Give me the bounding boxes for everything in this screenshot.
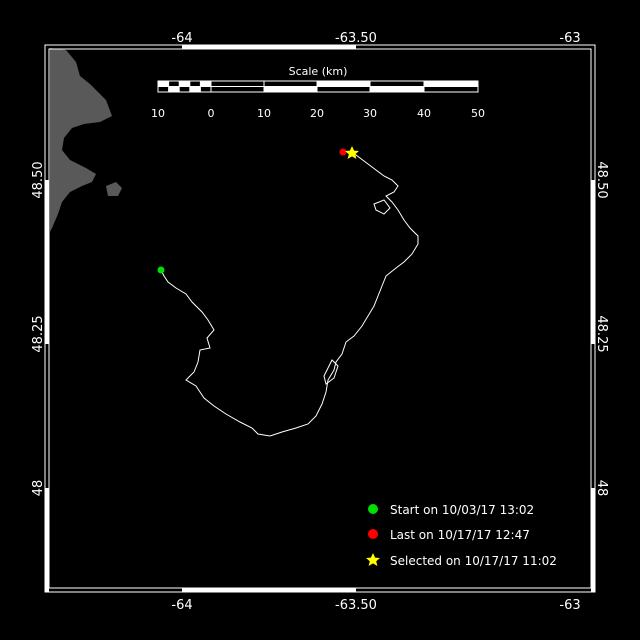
lat-label-left: 48.25 (31, 315, 46, 352)
lon-label-bottom: -63.50 (335, 598, 377, 613)
start-marker (157, 266, 165, 274)
scale-tick-label: 30 (363, 107, 377, 120)
lat-label-right: 48.25 (594, 315, 609, 352)
lon-label-top: -63.50 (335, 31, 377, 46)
scale-tick-label: 50 (471, 107, 485, 120)
legend-start-marker (368, 504, 378, 514)
scale-tick-label: 10 (151, 107, 165, 120)
scale-bar-title: Scale (km) (289, 65, 348, 78)
scale-tick-label: 10 (257, 107, 271, 120)
legend-selected-label: Selected on 10/17/17 11:02 (390, 554, 557, 568)
lat-label-right: 48 (594, 480, 609, 497)
legend-last-marker (368, 529, 378, 539)
lat-label-left: 48.50 (31, 161, 46, 198)
lat-label-right: 48.50 (594, 161, 609, 198)
legend-last-label: Last on 10/17/17 12:47 (390, 528, 530, 542)
scale-tick-label: 20 (310, 107, 324, 120)
lat-label-left: 48 (31, 480, 46, 497)
scale-tick-label: 0 (208, 107, 215, 120)
legend: Start on 10/03/17 13:02 Last on 10/17/17… (366, 503, 557, 568)
lon-label-top: -64 (171, 31, 192, 46)
last-marker (339, 148, 347, 156)
drift-track-map: -64 -63.50 -63 -64 -63.50 -63 48.50 48.2… (0, 0, 640, 640)
lon-label-top: -63 (559, 31, 580, 46)
scale-tick-label: 40 (417, 107, 431, 120)
lon-label-bottom: -64 (171, 598, 192, 613)
legend-start-label: Start on 10/03/17 13:02 (390, 503, 534, 517)
lon-label-bottom: -63 (559, 598, 580, 613)
